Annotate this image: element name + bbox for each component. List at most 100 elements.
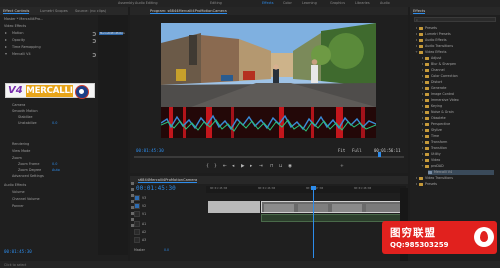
ec-view-mode[interactable]: View Mode — [12, 149, 30, 153]
track-target-button[interactable] — [134, 211, 140, 217]
timeline-playhead[interactable] — [311, 186, 316, 258]
effects-item[interactable]: Presets — [416, 26, 437, 31]
go-to-out-icon[interactable]: ⇥ — [259, 164, 263, 169]
ec-panner[interactable]: Panner — [12, 204, 24, 208]
track-header-a2[interactable]: A2 — [130, 228, 206, 236]
workspace-tab-audio-editing[interactable]: Audio Editing — [135, 1, 158, 5]
effects-item-mercalli-v4[interactable]: Mercalli V4 — [428, 170, 494, 175]
ec-time-remapping[interactable]: Time Remapping — [12, 45, 41, 49]
effects-item[interactable]: Video — [422, 158, 440, 163]
track-header-master[interactable]: Master 0.0 — [130, 246, 206, 254]
effects-item[interactable]: Obsolete — [422, 116, 446, 121]
expand-icon[interactable] — [5, 32, 7, 34]
effects-item[interactable]: Adjust — [422, 56, 441, 61]
effects-item[interactable]: Immersive Video — [422, 98, 459, 103]
tab-effects[interactable]: Effects — [413, 9, 426, 14]
reset-icon[interactable] — [92, 53, 96, 57]
zoom-degree-value[interactable]: Auto — [52, 168, 60, 172]
quality-dropdown[interactable]: Full — [352, 148, 362, 153]
ec-mercalli-v4[interactable]: Mercalli V4 — [12, 52, 31, 56]
tab-sequence[interactable]: s6844Mercalli4ProMotionCamera — [138, 178, 198, 183]
track-header-v3[interactable]: V3 — [130, 194, 206, 202]
effects-search-input[interactable] — [414, 17, 496, 22]
track-header-v1[interactable]: V1 — [130, 210, 206, 218]
ec-master-clip[interactable]: Master * Mercalli4Pro... — [4, 17, 43, 21]
workspace-tab-libraries[interactable]: Libraries — [355, 1, 370, 5]
ec-zoom[interactable]: Zoom — [12, 156, 22, 160]
ec-motion[interactable]: Motion — [12, 31, 24, 35]
track-header-a1[interactable]: A1 — [130, 220, 206, 228]
ec-camera[interactable]: Camera — [12, 103, 25, 107]
step-back-icon[interactable]: ◂ — [232, 164, 234, 169]
track-header-v2[interactable]: V2 — [130, 202, 206, 210]
effects-item[interactable]: Blur & Sharpen — [422, 62, 456, 67]
export-frame-icon[interactable]: ◉ — [288, 164, 292, 169]
ec-rendering[interactable]: Rendering — [12, 142, 29, 146]
pen-tool-icon[interactable] — [131, 212, 134, 215]
timeline-ruler[interactable]: 00:01:45:00 00:01:46:00 00:01:47:00 00:0… — [206, 186, 406, 193]
workspace-tab-color[interactable]: Color — [283, 1, 292, 5]
track-target-button[interactable] — [134, 203, 140, 209]
mark-in-icon[interactable]: { — [206, 164, 209, 169]
effects-item[interactable]: Transition — [422, 146, 447, 151]
ec-advanced-settings[interactable]: Advanced Settings — [12, 174, 44, 178]
effects-item[interactable]: Perspective — [422, 122, 450, 127]
video-clip[interactable] — [261, 201, 401, 213]
reset-icon[interactable] — [92, 32, 96, 36]
effects-item[interactable]: Audio Effects — [416, 38, 447, 43]
audio-clip[interactable] — [261, 214, 401, 222]
effects-item[interactable]: Time — [422, 134, 439, 139]
add-button-icon[interactable]: + — [340, 164, 344, 169]
track-header-a3[interactable]: A3 — [130, 236, 206, 244]
workspace-tab-graphics[interactable]: Graphics — [330, 1, 345, 5]
video-clip-previous[interactable] — [208, 201, 260, 213]
ec-zoom-frame[interactable]: Zoom Frame — [18, 162, 39, 166]
ec-smooth-motion[interactable]: Smooth Motion — [12, 109, 38, 113]
effects-item[interactable]: Keying — [422, 104, 442, 109]
workspace-tab-learning[interactable]: Learning — [302, 1, 317, 5]
workspace-tab-assembly[interactable]: Assembly — [118, 1, 134, 5]
workspace-tab-editing[interactable]: Editing — [210, 1, 222, 5]
effects-item[interactable]: Distort — [422, 80, 442, 85]
effects-item[interactable]: Audio Transitions — [416, 44, 453, 49]
ec-stabilize[interactable]: Stabilize — [18, 115, 32, 119]
go-to-in-icon[interactable]: ⇤ — [223, 164, 227, 169]
workspace-tab-audio[interactable]: Audio — [380, 1, 390, 5]
effects-item[interactable]: Generate — [422, 86, 446, 91]
master-volume-value[interactable]: 0.0 — [164, 248, 169, 252]
step-forward-icon[interactable]: ▸ — [250, 164, 252, 169]
tab-lumetri-scopes[interactable]: Lumetri Scopes — [40, 9, 68, 13]
effects-item[interactable]: Channel — [422, 68, 445, 73]
razor-tool-icon[interactable] — [131, 200, 134, 203]
monitor-playhead[interactable] — [378, 152, 381, 157]
tab-program[interactable]: Program: s6844Mercalli4ProMotionCamera — [150, 9, 227, 14]
hand-tool-icon[interactable] — [131, 218, 134, 221]
track-select-tool-icon[interactable] — [131, 188, 134, 191]
zoom-frame-value[interactable]: 0.0 — [52, 162, 57, 166]
extract-icon[interactable]: ⊔ — [279, 164, 283, 169]
ec-opacity[interactable]: Opacity — [12, 38, 25, 42]
ripple-edit-tool-icon[interactable] — [131, 194, 134, 197]
effects-item[interactable]: Presets — [416, 182, 437, 187]
effects-item[interactable]: Video Effects — [415, 50, 447, 55]
tab-effect-controls[interactable]: Effect Controls — [3, 9, 30, 14]
expand-icon[interactable] — [5, 46, 7, 48]
program-current-timecode[interactable]: 00:01:45:30 — [136, 148, 164, 153]
effects-item[interactable]: Video Transitions — [416, 176, 453, 181]
track-target-button[interactable] — [134, 221, 140, 227]
effect-controls-timecode[interactable]: 00:01:45:30 — [4, 249, 32, 254]
play-icon[interactable]: ▶ — [241, 164, 245, 169]
ec-channel-volume[interactable]: Channel Volume — [12, 197, 40, 201]
effects-item[interactable]: proDAD — [421, 164, 444, 169]
expand-icon[interactable] — [5, 39, 7, 41]
type-tool-icon[interactable] — [131, 224, 134, 227]
track-target-button[interactable] — [134, 237, 140, 243]
mark-out-icon[interactable]: } — [214, 164, 217, 169]
effects-item[interactable]: Transform — [422, 140, 447, 145]
unstabilize-value[interactable]: 0.0 — [52, 121, 57, 125]
fit-dropdown[interactable]: Fit — [338, 148, 345, 153]
monitor-scrubber[interactable] — [134, 156, 404, 158]
ec-unstabilize[interactable]: Unstabilize — [18, 121, 37, 125]
workspace-tab-effects[interactable]: Effects — [262, 1, 274, 5]
ec-zoom-degree[interactable]: Zoom Degree — [18, 168, 41, 172]
